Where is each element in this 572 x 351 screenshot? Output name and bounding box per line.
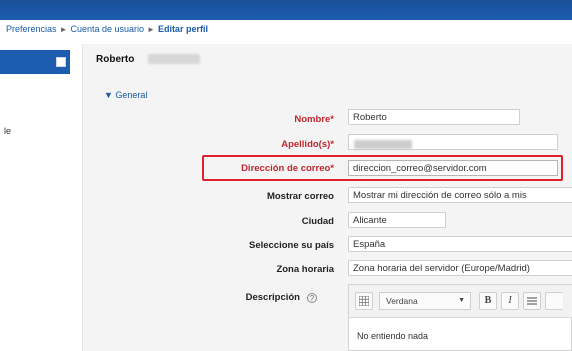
select-mostrar-correo[interactable]: Mostrar mi dirección de correo sólo a mi… (348, 187, 572, 203)
breadcrumb-editar-perfil[interactable]: Editar perfil (158, 24, 208, 34)
breadcrumb-separator-icon: ► (147, 25, 155, 34)
description-editor[interactable]: Verdana ▼ B I No entiendo nada (348, 284, 572, 351)
top-navigation-bar (0, 0, 572, 20)
profile-user-name: Roberto (96, 54, 135, 65)
field-label-zona-horaria: Zona horaria (276, 264, 334, 275)
blurred-surname (148, 54, 200, 64)
select-pais[interactable]: España (348, 236, 572, 252)
sidebar-block-header (0, 50, 70, 74)
bold-button[interactable]: B (479, 292, 497, 310)
grid-icon[interactable] (355, 292, 373, 310)
field-label-descripcion: Descripción (245, 292, 300, 303)
fieldset-legend-general[interactable]: ▼ General (104, 90, 147, 100)
font-family-select[interactable]: Verdana ▼ (379, 292, 471, 310)
editor-body-text[interactable]: No entiendo nada (357, 331, 428, 341)
field-label-pais: Seleccione su país (248, 240, 334, 251)
field-label-mostrar-correo: Mostrar correo (266, 191, 334, 202)
help-icon[interactable]: ? (307, 293, 317, 303)
input-nombre[interactable]: Roberto (348, 109, 520, 125)
email-highlight-box (202, 155, 563, 181)
chevron-down-icon: ▼ (458, 297, 465, 304)
breadcrumb-preferencias[interactable]: Preferencias (6, 24, 57, 34)
breadcrumb: Preferencias ► Cuenta de usuario ► Editar pe… (6, 24, 208, 38)
italic-button[interactable]: I (501, 292, 519, 310)
editor-toolbar: Verdana ▼ B I (349, 285, 572, 318)
blurred-surname-value (354, 140, 412, 149)
input-ciudad[interactable]: Alicante (348, 212, 446, 228)
field-label-nombre: Nombre* (294, 114, 334, 125)
field-label-apellidos: Apellido(s)* (281, 139, 334, 150)
sidebar-toggle-icon[interactable] (56, 57, 66, 67)
breadcrumb-separator-icon: ► (59, 25, 68, 34)
font-family-value: Verdana (386, 296, 418, 306)
field-label-ciudad: Ciudad (301, 216, 334, 227)
breadcrumb-cuenta-usuario[interactable]: Cuenta de usuario (70, 24, 144, 34)
list-icon[interactable] (523, 292, 541, 310)
sidebar-text-fragment: le (4, 126, 12, 136)
select-zona-horaria[interactable]: Zona horaria del servidor (Europe/Madrid… (348, 260, 572, 276)
toolbar-more-icon[interactable] (545, 292, 563, 310)
